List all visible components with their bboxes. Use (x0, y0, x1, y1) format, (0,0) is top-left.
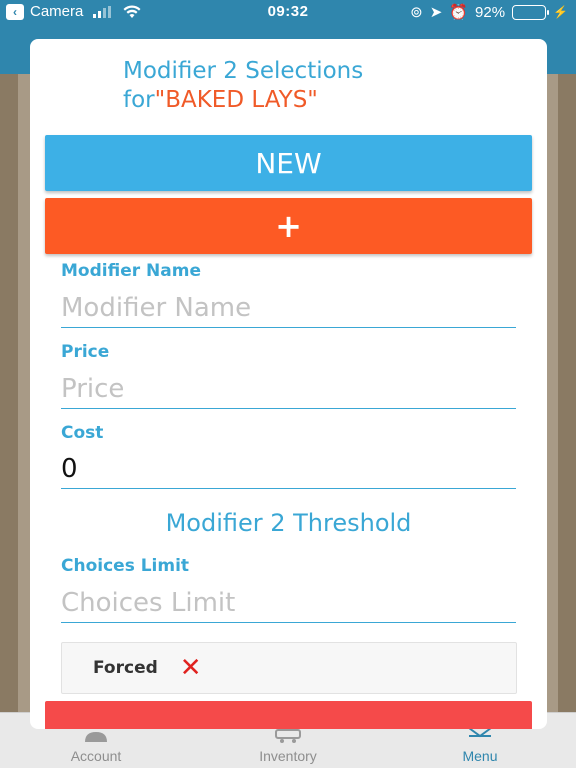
choices-limit-label: Choices Limit (61, 556, 190, 576)
tab-label: Inventory (259, 748, 317, 764)
threshold-section-title: Modifier 2 Threshold (165, 509, 412, 537)
tab-label: Account (70, 748, 122, 764)
location-icon: ➤ (429, 4, 443, 21)
orientation-lock-icon: ⊚ (410, 4, 423, 21)
tab-label: Menu (462, 748, 498, 764)
modifier-selections-modal: Modifier 2 Selections for"BAKED LAYS" NE… (30, 39, 547, 729)
price-label: Price (61, 342, 110, 362)
modal-title-line1: Modifier 2 Selections (123, 58, 364, 84)
modal-title-for: for (123, 87, 155, 113)
modifier-name-input[interactable] (61, 288, 516, 328)
status-right: ⊚ ➤ ⏰ 92% ⚡ (410, 3, 568, 22)
status-bar: ‹ Camera 09:32 ⊚ ➤ ⏰ 92% ⚡ (0, 0, 576, 24)
new-button[interactable]: NEW (45, 135, 532, 191)
choices-limit-input[interactable] (61, 583, 516, 623)
modal-title-line2: for"BAKED LAYS" (123, 86, 363, 115)
battery-icon (512, 4, 550, 20)
add-button[interactable]: + (45, 198, 532, 254)
forced-label: Forced (93, 658, 158, 678)
forced-toggle-row[interactable]: Forced ✕ (61, 642, 517, 694)
cost-label: Cost (61, 423, 104, 443)
modifier-name-label: Modifier Name (61, 261, 201, 281)
item-name: "BAKED LAYS" (154, 87, 318, 113)
price-input[interactable] (61, 369, 516, 409)
modal-title: Modifier 2 Selections for"BAKED LAYS" (123, 57, 363, 115)
x-icon[interactable]: ✕ (180, 655, 202, 681)
alarm-icon: ⏰ (449, 4, 469, 21)
charging-icon: ⚡ (553, 5, 568, 19)
delete-button[interactable] (45, 701, 532, 729)
cost-input[interactable] (61, 449, 516, 489)
battery-percent: 92% (475, 3, 506, 21)
